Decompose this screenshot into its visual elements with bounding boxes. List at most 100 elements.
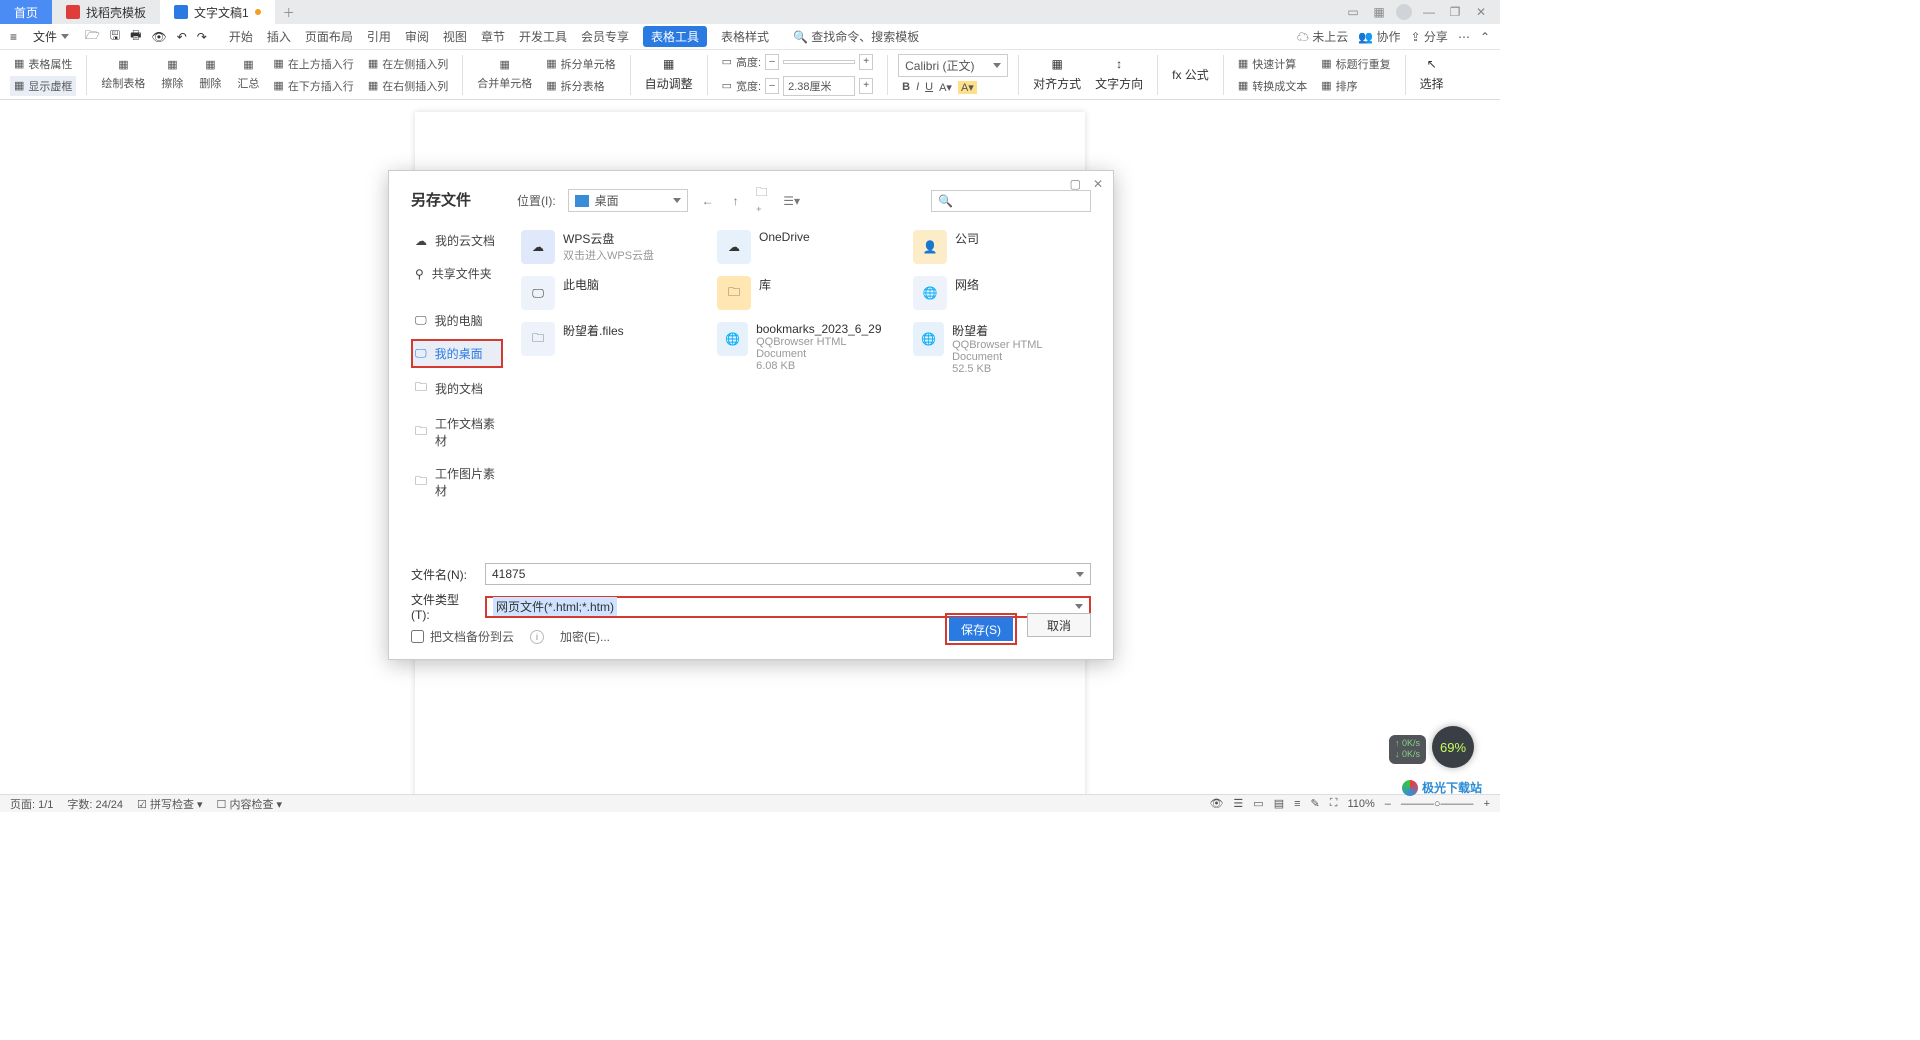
view-icon[interactable]: ☰▾ — [784, 193, 800, 209]
select-dropdown[interactable]: ↖选择 — [1416, 55, 1448, 94]
autofit[interactable]: ▦自动调整 — [641, 55, 697, 94]
print-icon[interactable]: 🖶 — [130, 26, 141, 47]
encrypt-link[interactable]: 加密(E)... — [560, 628, 610, 645]
width-inc[interactable]: + — [859, 78, 873, 94]
preview-icon[interactable]: 👁 — [151, 30, 166, 44]
split-cells[interactable]: ▦ 拆分单元格 — [542, 54, 619, 74]
maximize-icon[interactable]: ❐ — [1446, 5, 1464, 19]
file-item[interactable]: ☁WPS云盘双击进入WPS云盘 — [517, 226, 695, 268]
up-icon[interactable]: ↑ — [728, 193, 744, 209]
sort-button[interactable]: ▦ 排序 — [1317, 76, 1394, 96]
file-item[interactable]: 🗀库 — [713, 272, 891, 314]
underline-button[interactable]: U — [925, 81, 933, 93]
zoom-in[interactable]: + — [1484, 798, 1490, 810]
word-count[interactable]: 字数: 24/24 — [67, 796, 123, 812]
file-item[interactable]: 🌐bookmarks_2023_6_29QQBrowser HTML Docum… — [713, 318, 891, 379]
file-item[interactable]: 🗀盼望着.files — [517, 318, 695, 379]
tab-home[interactable]: 首页 — [0, 0, 52, 24]
save-button[interactable]: 保存(S) — [949, 617, 1013, 641]
view-web-icon[interactable]: ▤ — [1274, 797, 1284, 810]
side-shared[interactable]: ⚲ 共享文件夹 — [411, 259, 503, 288]
height-inc[interactable]: + — [859, 54, 873, 70]
cloud-status[interactable]: ☁ 未上云 — [1297, 28, 1348, 45]
location-selector[interactable]: 桌面 — [568, 189, 688, 212]
file-item[interactable]: 🌐盼望着QQBrowser HTML Document52.5 KB — [909, 318, 1087, 379]
view-eye-icon[interactable]: 👁 — [1209, 797, 1223, 810]
minimize-icon[interactable]: — — [1420, 5, 1438, 19]
side-mat2[interactable]: 🗀 工作图片素材 — [411, 459, 503, 505]
zoom-out[interactable]: – — [1385, 798, 1391, 810]
show-gridlines[interactable]: ▦ 显示虚框 — [10, 76, 76, 96]
backup-info-icon[interactable]: i — [530, 630, 544, 644]
side-my-docs[interactable]: 🗀 我的文档 — [411, 372, 503, 405]
menu-review[interactable]: 审阅 — [405, 28, 429, 45]
back-icon[interactable]: ← — [700, 193, 716, 209]
file-item[interactable]: 👤公司 — [909, 226, 1087, 268]
share-button[interactable]: ⇪ 分享 — [1411, 28, 1448, 45]
menu-ref[interactable]: 引用 — [367, 28, 391, 45]
expand-icon[interactable]: ⌃ — [1480, 30, 1490, 44]
title-row-repeat[interactable]: ▦ 标题行重复 — [1317, 54, 1394, 74]
coop-button[interactable]: 👥 协作 — [1358, 28, 1400, 45]
quick-calc[interactable]: ▦ 快速计算 — [1234, 54, 1311, 74]
tab-new[interactable]: ＋ — [275, 0, 303, 24]
highlight-button[interactable]: A▾ — [958, 81, 977, 94]
file-item[interactable]: 🌐网络 — [909, 272, 1087, 314]
text-direction[interactable]: ↕文字方向 — [1091, 55, 1147, 94]
filename-input[interactable]: 41875 — [485, 563, 1091, 585]
new-folder-icon[interactable]: 🗀⁺ — [756, 193, 772, 209]
menu-table-style[interactable]: 表格样式 — [721, 28, 769, 45]
redo-icon[interactable]: ↷ — [197, 30, 207, 44]
draw-table[interactable]: ▦绘制表格 — [97, 56, 149, 93]
apps-icon[interactable]: ▦ — [1370, 5, 1388, 19]
split-table[interactable]: ▦ 拆分表格 — [542, 76, 619, 96]
view-page-icon[interactable]: ▭ — [1253, 797, 1263, 810]
menu-start[interactable]: 开始 — [229, 28, 253, 45]
command-search[interactable]: 🔍 查找命令、搜索模板 — [793, 28, 919, 45]
menu-view[interactable]: 视图 — [443, 28, 467, 45]
tab-document[interactable]: 文字文稿1 — [160, 0, 275, 24]
align-dropdown[interactable]: ▦对齐方式 — [1029, 55, 1085, 94]
menu-table-tools[interactable]: 表格工具 — [643, 26, 707, 47]
side-desktop[interactable]: 🖵 我的桌面 — [411, 339, 503, 368]
undo-icon[interactable]: ↶ — [177, 30, 187, 44]
file-item[interactable]: 🖵此电脑 — [517, 272, 695, 314]
summary[interactable]: ▦汇总 — [233, 56, 263, 93]
insert-col-left[interactable]: ▦ 在左侧插入列 — [364, 54, 452, 74]
dialog-maximize-icon[interactable]: ▢ — [1070, 177, 1081, 191]
side-mat1[interactable]: 🗀 工作文档素材 — [411, 409, 503, 455]
fit-icon[interactable]: ⛶ — [1330, 797, 1338, 810]
avatar-icon[interactable] — [1396, 4, 1412, 20]
file-item[interactable]: ☁OneDrive — [713, 226, 891, 268]
table-properties[interactable]: ▦ 表格属性 — [10, 54, 76, 74]
merge-cells[interactable]: ▦合并单元格 — [473, 56, 536, 93]
view-outline-icon[interactable]: ≡ — [1294, 798, 1300, 810]
close-icon[interactable]: ✕ — [1472, 5, 1490, 19]
insert-col-right[interactable]: ▦ 在右侧插入列 — [364, 76, 452, 96]
tab-template[interactable]: 找稻壳模板 — [52, 0, 160, 24]
height-dec[interactable]: – — [765, 54, 779, 70]
spell-check[interactable]: ☑ 拼写检查 ▾ — [137, 796, 203, 812]
height-value[interactable] — [783, 60, 855, 64]
layout-icon[interactable]: ▭ — [1344, 5, 1362, 19]
view-list-icon[interactable]: ☰ — [1233, 797, 1243, 810]
insert-row-above[interactable]: ▦ 在上方插入行 — [269, 54, 357, 74]
zoom-level[interactable]: 110% — [1347, 798, 1374, 810]
menu-icon[interactable]: ≡ — [10, 30, 17, 44]
width-dec[interactable]: – — [765, 78, 779, 94]
reader-icon[interactable]: ✎ — [1311, 797, 1320, 810]
cancel-button[interactable]: 取消 — [1027, 613, 1091, 637]
convert-to-text[interactable]: ▦ 转换成文本 — [1234, 76, 1311, 96]
bold-button[interactable]: B — [902, 81, 910, 93]
erase[interactable]: ▦擦除 — [157, 56, 187, 93]
menu-chapter[interactable]: 章节 — [481, 28, 505, 45]
menu-dev[interactable]: 开发工具 — [519, 28, 567, 45]
font-color-button[interactable]: A▾ — [939, 81, 952, 94]
save-icon[interactable]: 🖫 — [110, 26, 120, 47]
more-icon[interactable]: ⋯ — [1458, 30, 1470, 44]
delete[interactable]: ▦删除 — [195, 56, 225, 93]
font-selector[interactable]: Calibri (正文) — [898, 54, 1008, 77]
content-check[interactable]: ☐ 内容检查 ▾ — [217, 796, 283, 812]
dialog-search[interactable]: 🔍 — [931, 190, 1091, 212]
menu-layout[interactable]: 页面布局 — [305, 28, 353, 45]
